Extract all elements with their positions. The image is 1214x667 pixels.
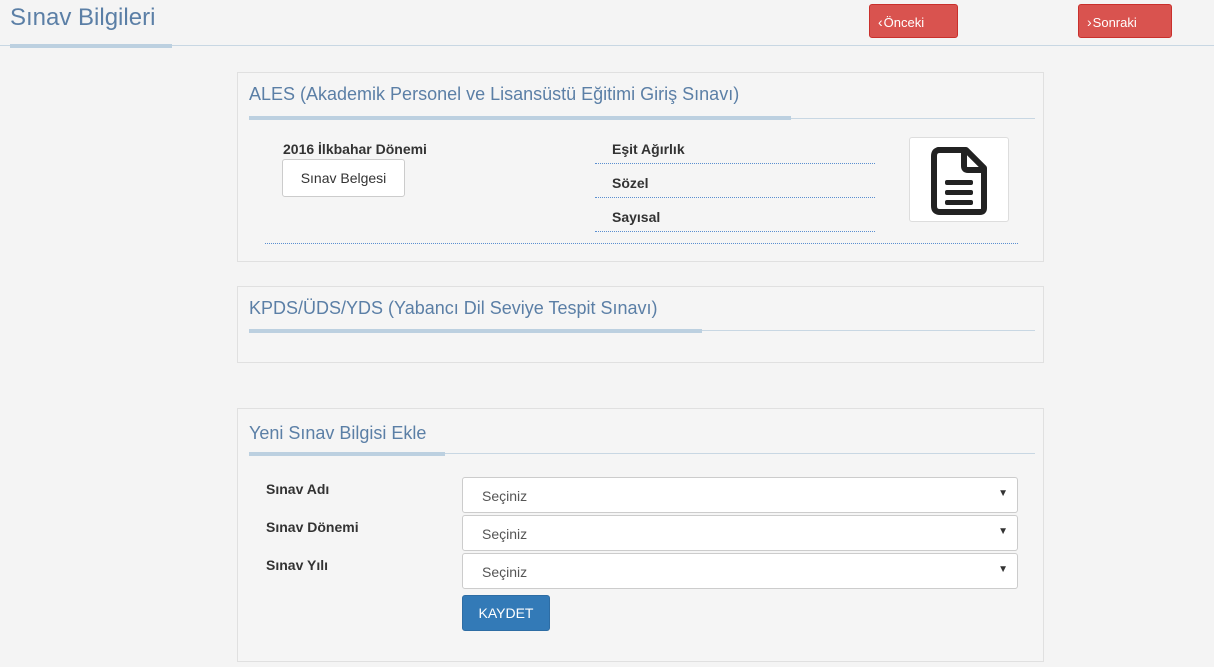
- previous-button-label: Önceki: [883, 15, 925, 30]
- score-row-sozel: Sözel: [595, 165, 875, 198]
- exam-year-selected: Seçiniz: [482, 564, 528, 580]
- new-exam-panel-underline: [249, 452, 445, 456]
- new-exam-panel-title: Yeni Sınav Bilgisi Ekle: [249, 423, 427, 443]
- score-row-esit-agirlik: Eşit Ağırlık: [595, 131, 875, 164]
- previous-button[interactable]: ‹Önceki: [869, 4, 958, 38]
- score-row-sayisal: Sayısal: [595, 199, 875, 232]
- kpds-panel-underline: [249, 329, 702, 333]
- dropdown-arrow-icon: ▼: [998, 564, 1008, 575]
- exam-term-select[interactable]: Seçiniz ▼: [462, 515, 1018, 551]
- next-button-label: Sonraki: [1092, 15, 1137, 30]
- exam-term-label: Sınav Dönemi: [266, 519, 359, 535]
- score-label: Sayısal: [612, 209, 661, 225]
- file-text-icon: [931, 147, 987, 215]
- exam-name-label: Sınav Adı: [266, 481, 330, 497]
- dropdown-arrow-icon: ▼: [998, 488, 1008, 499]
- ales-dotted-separator: [265, 243, 1018, 244]
- ales-panel: ALES (Akademik Personel ve Lisansüstü Eğ…: [237, 72, 1044, 262]
- exam-name-select[interactable]: Seçiniz ▼: [462, 477, 1018, 513]
- ales-term: 2016 İlkbahar Dönemi: [283, 141, 427, 157]
- exam-name-selected: Seçiniz: [482, 488, 528, 504]
- score-label: Eşit Ağırlık: [612, 141, 685, 157]
- ales-panel-title: ALES (Akademik Personel ve Lisansüstü Eğ…: [249, 84, 740, 104]
- page-title: Sınav Bilgileri: [10, 4, 156, 31]
- title-underline: [10, 44, 172, 48]
- new-exam-panel: Yeni Sınav Bilgisi Ekle Sınav Adı Seçini…: [237, 408, 1044, 662]
- ales-panel-underline: [249, 116, 791, 120]
- chevron-left-icon: ‹: [878, 14, 883, 30]
- score-label: Sözel: [612, 175, 649, 191]
- exam-year-label: Sınav Yılı: [266, 557, 328, 573]
- next-button[interactable]: ›Sonraki: [1078, 4, 1172, 38]
- kpds-panel-title: KPDS/ÜDS/YDS (Yabancı Dil Seviye Tespit …: [249, 298, 658, 318]
- exam-term-selected: Seçiniz: [482, 526, 528, 542]
- exam-year-select[interactable]: Seçiniz ▼: [462, 553, 1018, 589]
- save-button[interactable]: KAYDET: [462, 595, 550, 631]
- title-divider: [0, 45, 1214, 46]
- dropdown-arrow-icon: ▼: [998, 526, 1008, 537]
- kpds-panel: KPDS/ÜDS/YDS (Yabancı Dil Seviye Tespit …: [237, 286, 1044, 363]
- chevron-right-icon: ›: [1087, 14, 1092, 30]
- exam-document-thumbnail[interactable]: [909, 137, 1009, 222]
- exam-document-button[interactable]: Sınav Belgesi: [282, 159, 405, 197]
